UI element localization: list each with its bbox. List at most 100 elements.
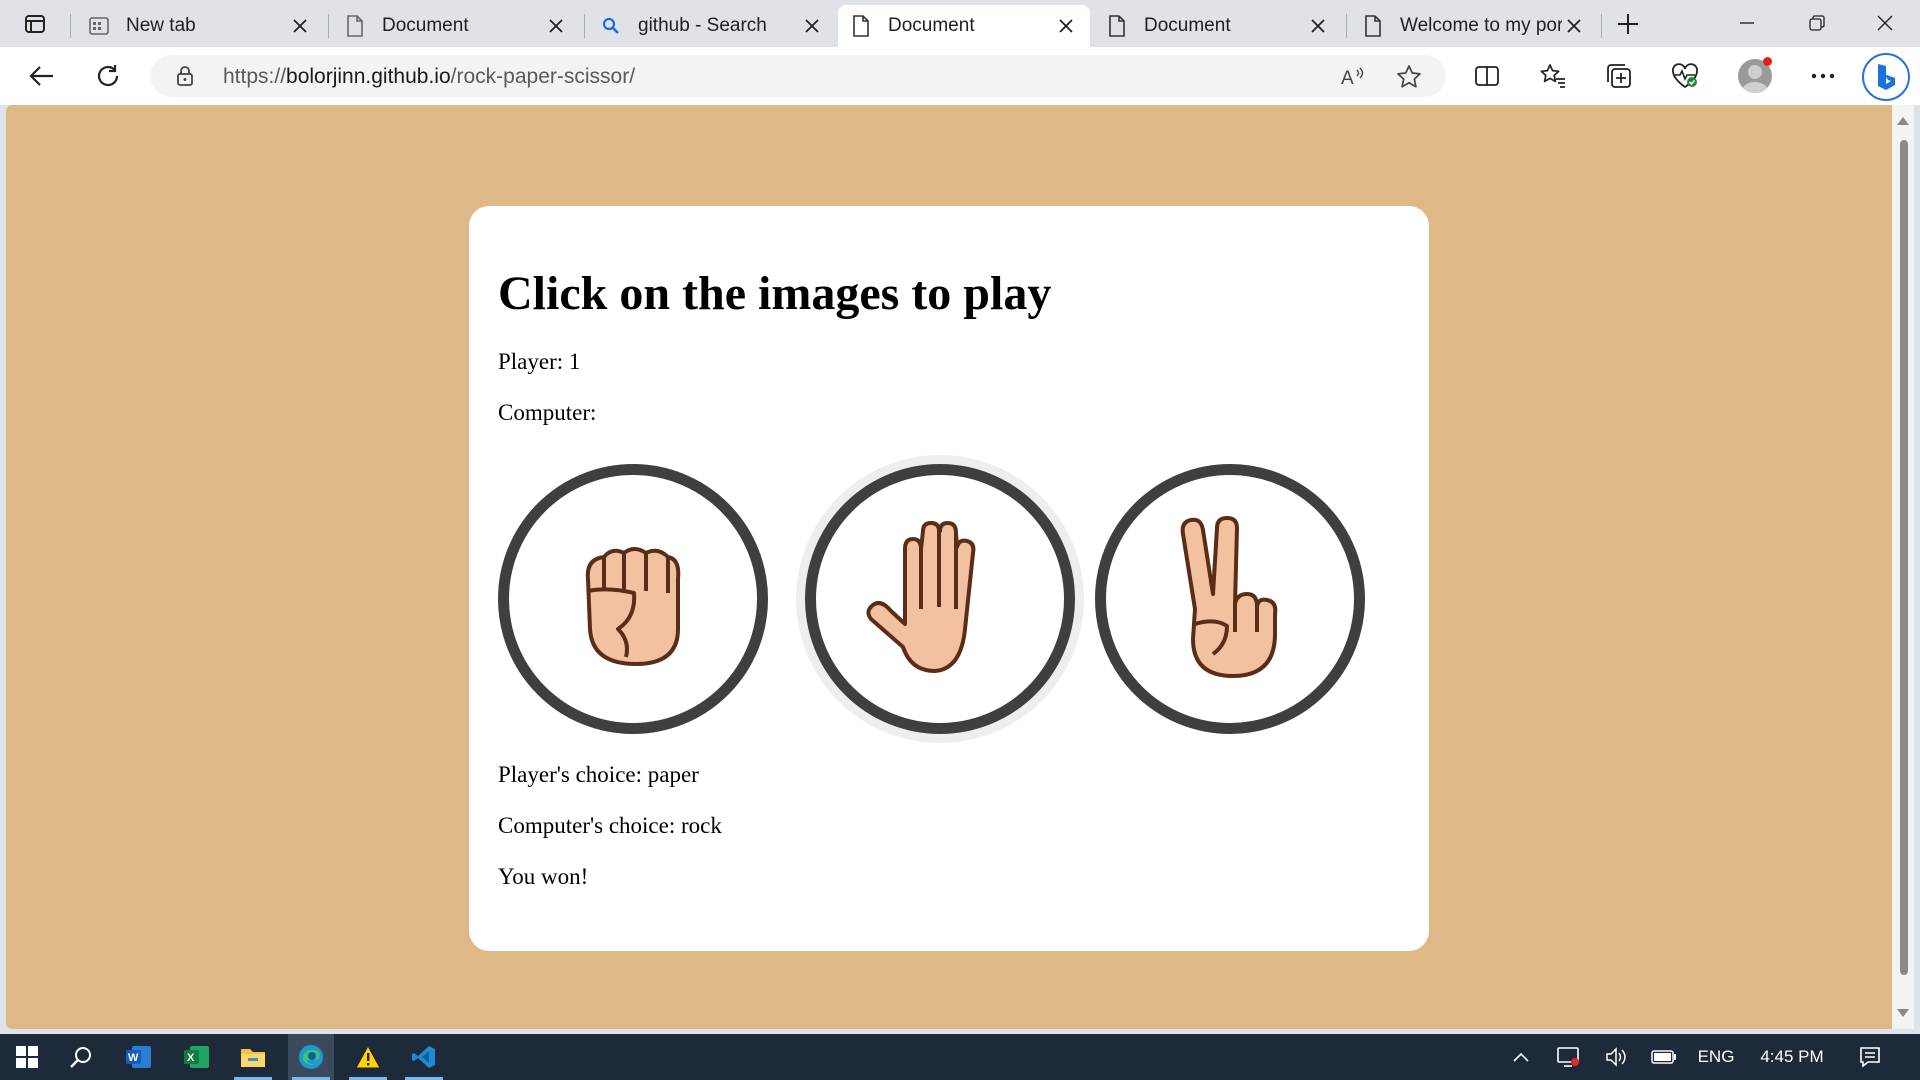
close-window-button[interactable] [1850, 0, 1920, 46]
taskbar-excel[interactable]: X [174, 1034, 220, 1080]
scissors-peace-hand-icon [1180, 516, 1278, 678]
game-card: Click on the images to play Player: 1 Co… [469, 206, 1429, 951]
tab-actions-button[interactable] [14, 6, 56, 42]
clock[interactable]: 4:45 PM [1752, 1034, 1832, 1080]
new-tab-button[interactable] [1608, 6, 1648, 42]
split-screen-button[interactable] [1467, 56, 1507, 96]
tab-separator [1346, 14, 1347, 38]
paper-choice-button[interactable] [805, 464, 1075, 734]
warning-icon [355, 1045, 381, 1069]
settings-more-button[interactable] [1803, 56, 1843, 96]
new-tab-page-icon [88, 15, 110, 37]
close-icon [1877, 15, 1893, 31]
tab-actions-icon [25, 15, 45, 33]
plus-icon [1618, 14, 1638, 34]
url-text[interactable]: https://bolorjinn.github.io/rock-paper-s… [223, 65, 635, 89]
taskbar-search-button[interactable] [58, 1034, 104, 1080]
search-icon [600, 15, 622, 37]
tab-title: New tab [126, 15, 196, 36]
back-button[interactable] [22, 56, 62, 96]
word-icon: W [126, 1046, 151, 1068]
tab-document-1[interactable]: Document [332, 5, 580, 47]
tab-welcome-portfolio[interactable]: Welcome to my por [1350, 5, 1598, 47]
battery-button[interactable] [1650, 1034, 1678, 1080]
close-icon[interactable] [288, 14, 312, 38]
notification-dot [1763, 57, 1772, 66]
rock-fist-icon [585, 547, 681, 666]
rock-choice-button[interactable] [498, 464, 768, 734]
document-icon [1362, 15, 1384, 37]
collections-icon [1607, 64, 1631, 88]
scissors-choice-button[interactable] [1095, 464, 1365, 734]
close-icon[interactable] [800, 14, 824, 38]
taskbar-edge[interactable] [288, 1034, 334, 1080]
taskbar-vscode[interactable] [401, 1034, 447, 1080]
volume-button[interactable] [1602, 1034, 1630, 1080]
favorites-list-icon [1540, 64, 1565, 88]
close-icon[interactable] [1054, 14, 1078, 38]
more-dots-icon [1811, 73, 1835, 79]
excel-icon: X [184, 1046, 209, 1068]
close-icon[interactable] [1306, 14, 1330, 38]
browser-essentials-button[interactable] [1665, 56, 1705, 96]
notifications-button[interactable] [1852, 1034, 1888, 1080]
tab-new-tab[interactable]: New tab [76, 5, 324, 47]
svg-text:A: A [1341, 68, 1354, 88]
minimize-button[interactable] [1712, 0, 1782, 46]
tab-title: Document [888, 15, 975, 36]
heart-pulse-icon [1672, 63, 1698, 89]
taskbar-file-explorer[interactable] [230, 1034, 276, 1080]
close-icon[interactable] [544, 14, 568, 38]
language-indicator[interactable]: ENG [1694, 1034, 1738, 1080]
start-button[interactable] [4, 1034, 50, 1080]
scroll-down-arrow-icon[interactable] [1897, 1009, 1909, 1017]
paper-open-hand-icon [866, 521, 976, 673]
tab-document-active[interactable]: Document [838, 5, 1090, 47]
computer-score: Computer: [498, 400, 597, 425]
show-hidden-icons-button[interactable] [1508, 1034, 1534, 1080]
vscode-icon [412, 1046, 435, 1068]
restore-button[interactable] [1782, 0, 1852, 46]
document-icon [344, 15, 366, 37]
tab-separator [584, 14, 585, 38]
chevron-up-icon [1513, 1052, 1529, 1062]
tab-title: github - Search [638, 15, 767, 36]
address-bar[interactable]: https://bolorjinn.github.io/rock-paper-s… [150, 55, 1446, 97]
scroll-up-arrow-icon[interactable] [1897, 117, 1909, 125]
scrollbar-thumb[interactable] [1900, 140, 1908, 975]
svg-text:X: X [187, 1052, 195, 1064]
tab-title: Welcome to my por [1400, 15, 1562, 36]
tray-display-button[interactable] [1554, 1034, 1584, 1080]
file-explorer-icon [241, 1049, 265, 1067]
minimize-icon [1740, 22, 1754, 24]
split-screen-icon [1475, 66, 1499, 86]
notification-icon [1860, 1047, 1880, 1068]
battery-icon [1651, 1050, 1676, 1064]
volume-icon [1606, 1047, 1626, 1067]
lock-icon[interactable] [174, 65, 196, 87]
taskbar-warning-app[interactable] [345, 1034, 391, 1080]
vertical-scrollbar[interactable] [1892, 105, 1914, 1029]
display-icon [1557, 1047, 1579, 1067]
refresh-button[interactable] [88, 56, 128, 96]
player-choice-text: Player's choice: paper [498, 762, 699, 787]
close-icon[interactable] [1562, 14, 1586, 38]
tab-github-search[interactable]: github - Search [588, 5, 836, 47]
tab-document-3[interactable]: Document [1094, 5, 1342, 47]
collections-button[interactable] [1599, 56, 1639, 96]
bing-icon [1878, 64, 1895, 90]
favorite-star-icon[interactable] [1396, 64, 1422, 90]
windows-taskbar: W X ENG 4:45 PM [0, 1034, 1920, 1080]
read-aloud-icon[interactable]: A [1340, 64, 1366, 88]
taskbar-word[interactable]: W [116, 1034, 162, 1080]
page-heading: Click on the images to play [498, 267, 1052, 320]
page-viewport: Click on the images to play Player: 1 Co… [6, 105, 1892, 1029]
edge-icon [299, 1045, 323, 1069]
tab-separator [1601, 14, 1602, 38]
result-text: You won! [498, 864, 589, 889]
bing-copilot-button[interactable] [1862, 53, 1910, 101]
favorites-button[interactable] [1533, 56, 1573, 96]
tab-strip: New tab Document github - Search Documen… [0, 0, 1920, 47]
refresh-icon [97, 65, 119, 87]
restore-icon [1809, 15, 1825, 31]
